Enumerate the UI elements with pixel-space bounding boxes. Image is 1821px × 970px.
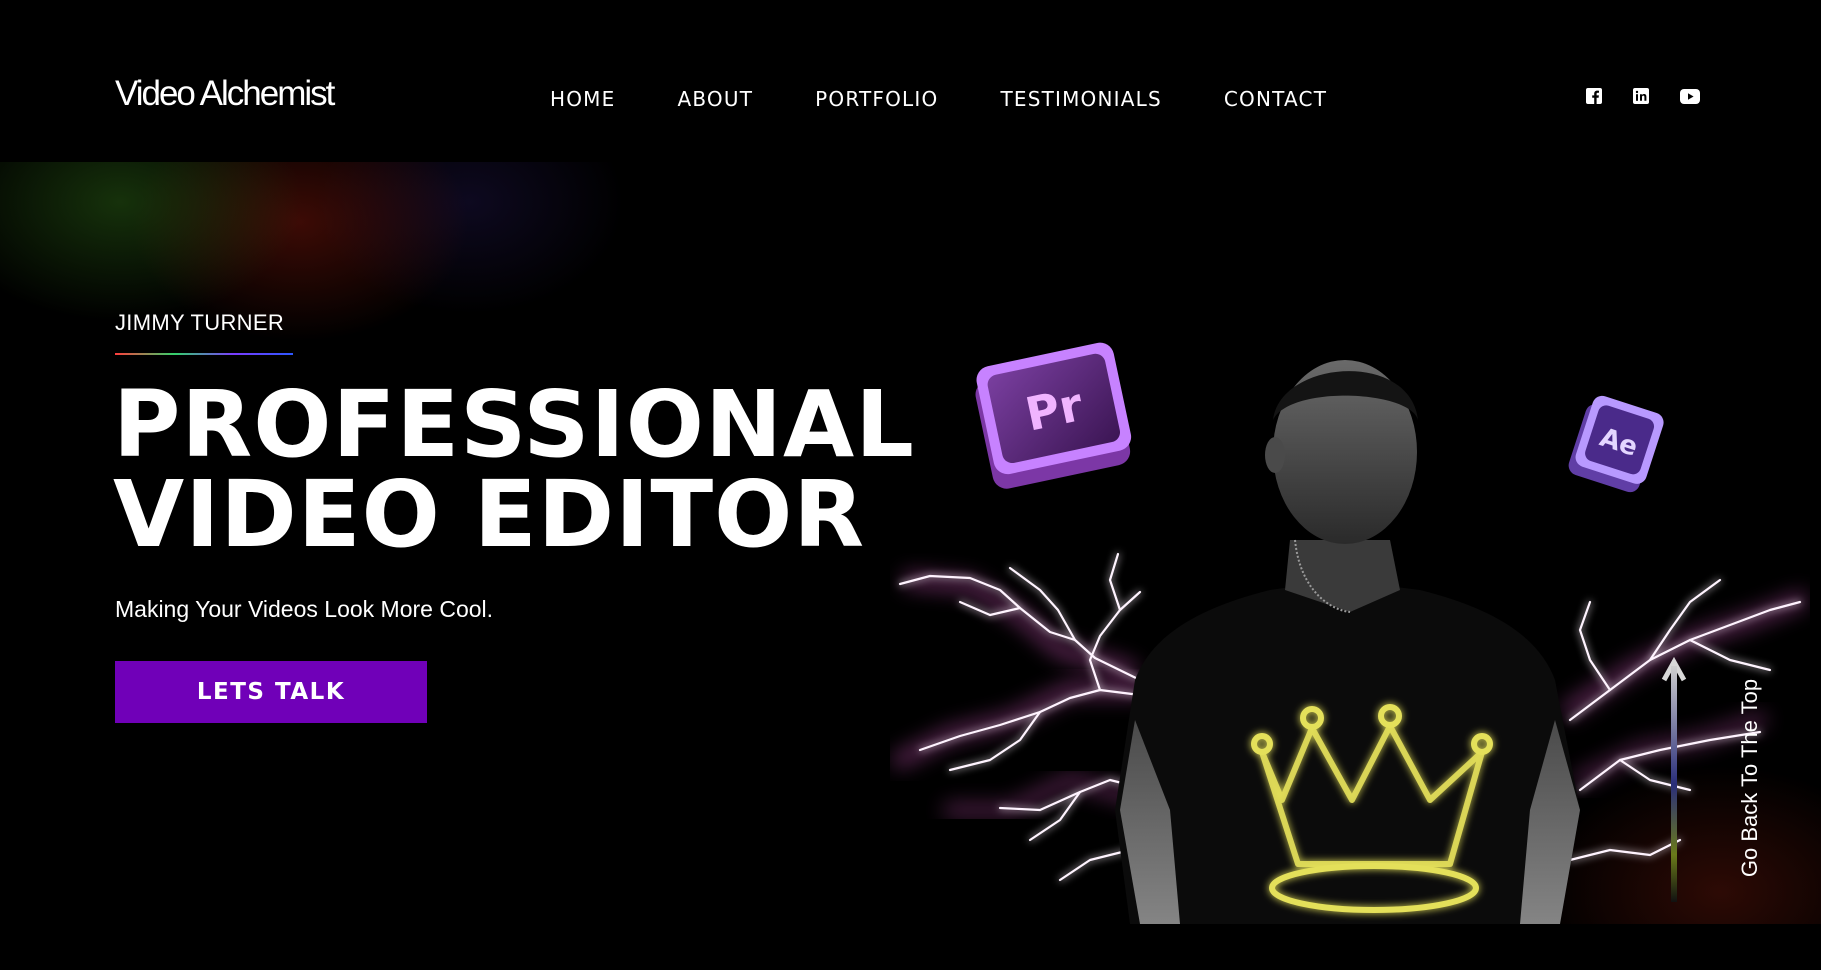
lets-talk-button[interactable]: LETS TALK [115,661,427,723]
nav-item-contact[interactable]: CONTACT [1224,87,1327,111]
nav-item-about[interactable]: ABOUT [677,87,753,111]
site-header: Video Alchemist HOME ABOUT PORTFOLIO TES… [0,0,1821,162]
facebook-icon[interactable] [1586,88,1602,104]
nav-item-testimonials[interactable]: TESTIMONIALS [1000,87,1161,111]
social-links [1586,88,1700,104]
premiere-badge-label: Pr [1021,377,1088,442]
after-effects-badge: Ae [1568,395,1664,493]
headline-line-2: VIDEO EDITOR [113,461,866,568]
premiere-pro-badge: Pr [975,342,1132,489]
youtube-icon[interactable] [1680,88,1700,104]
hero-headline: PROFESSIONAL VIDEO EDITOR [113,379,915,561]
site-logo[interactable]: Video Alchemist [115,74,335,114]
back-to-top-label[interactable]: Go Back To The Top [1737,663,1763,893]
main-nav: HOME ABOUT PORTFOLIO TESTIMONIALS CONTAC… [550,86,1327,112]
person-figure [1115,360,1580,924]
hero-name: JIMMY TURNER [115,310,285,335]
name-underline [115,353,293,355]
nav-item-home[interactable]: HOME [550,87,615,111]
nav-item-portfolio[interactable]: PORTFOLIO [815,87,938,111]
linkedin-icon[interactable] [1633,88,1649,104]
hero-tagline: Making Your Videos Look More Cool. [115,596,494,622]
